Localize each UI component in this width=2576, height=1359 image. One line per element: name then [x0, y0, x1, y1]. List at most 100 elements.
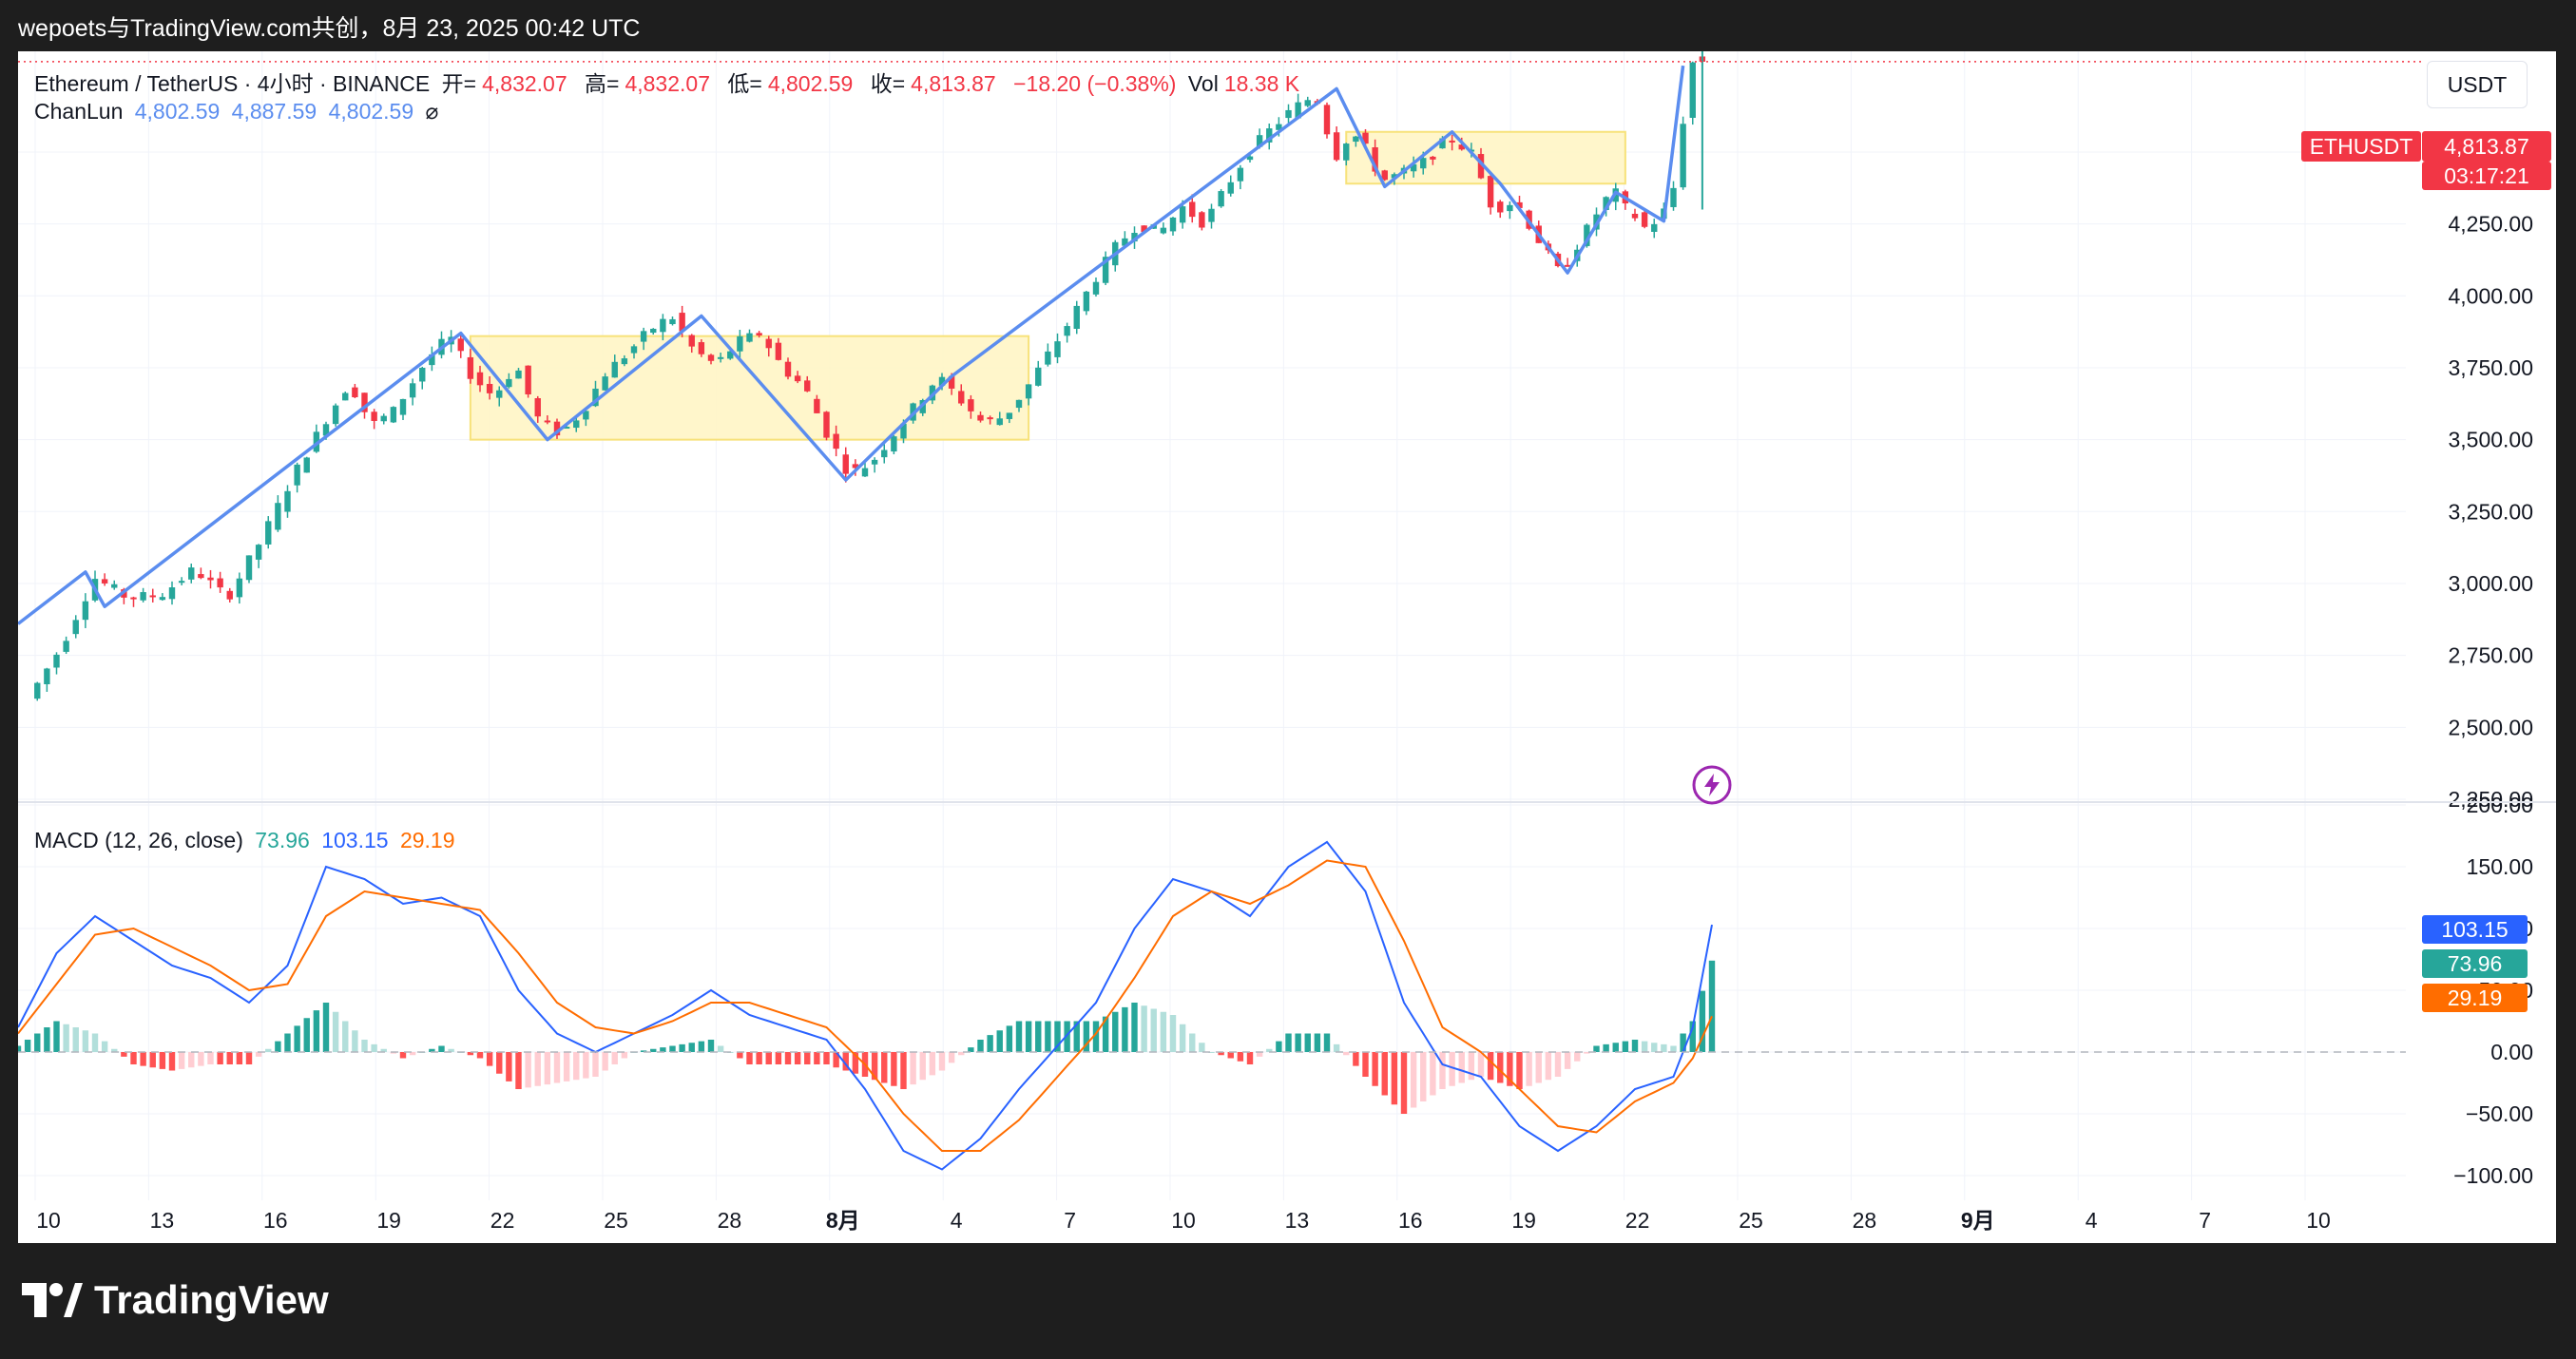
macd-hist-bar [226, 1052, 233, 1064]
candle [236, 572, 243, 604]
macd-hist-bar [322, 1003, 330, 1052]
candle [1487, 174, 1494, 215]
macd-hist-bar [352, 1030, 358, 1052]
indicator-legend[interactable]: ChanLun 4,802.59 4,887.59 4,802.59 ⌀ [34, 99, 444, 124]
brand-name: TradingView [94, 1277, 329, 1322]
price-tick-label: 3,250.00 [2448, 499, 2533, 524]
hide-indicator-icon[interactable]: ⌀ [426, 99, 439, 124]
candle [34, 681, 41, 701]
macd-hist-bar [476, 1052, 484, 1059]
currency-button[interactable]: USDT [2427, 61, 2528, 108]
candle [1497, 200, 1504, 219]
candle [1169, 217, 1177, 236]
indicator-name[interactable]: ChanLun [34, 99, 123, 124]
macd-legend[interactable]: MACD (12, 26, close) 73.96 103.15 29.19 [34, 828, 461, 853]
macd-hist-bar [717, 1045, 724, 1052]
candle [390, 406, 397, 424]
macd-hist-bar [53, 1021, 60, 1052]
macd-hist-bar [149, 1052, 156, 1068]
macd-hist-bar [101, 1041, 108, 1052]
candle [1323, 102, 1331, 139]
macd-hist-bar [91, 1033, 99, 1052]
x-tick-label: 10 [36, 1208, 61, 1233]
macd-hist-bar [891, 1052, 897, 1086]
chart-panel[interactable]: 10 13 16 19 22 25 28 8月 4 7 10 13 16 19 22 25 28 9月 4 7 10 2,… [18, 51, 2556, 1243]
lightning-icon[interactable] [1691, 764, 1733, 806]
symbol-price-tag: ETHUSDT [2301, 131, 2421, 162]
price-tick-label: 3,750.00 [2448, 355, 2533, 380]
macd-hist-bar [602, 1052, 608, 1071]
macd-hist-bar [784, 1052, 792, 1064]
candle [746, 329, 753, 343]
macd-hist-bar [1410, 1052, 1417, 1108]
macd-hist-bar [1651, 1043, 1658, 1052]
macd-hist-bar [1015, 1021, 1023, 1052]
macd-hist-bar [1574, 1052, 1581, 1062]
candle [188, 564, 195, 584]
macd-hist-bar [44, 1027, 50, 1052]
macd-hist-bar [1112, 1011, 1119, 1052]
candle [217, 571, 223, 593]
x-tick-label: 19 [376, 1208, 401, 1233]
macd-hist-bar [1458, 1052, 1465, 1083]
symbol-label[interactable]: Ethereum / TetherUS · 4小时 · BINANCE [34, 71, 430, 96]
macd-hist-bar [1420, 1052, 1427, 1101]
macd-hist-tag: 73.96 [2422, 949, 2528, 978]
macd-hist-bar [361, 1040, 368, 1052]
macd-hist-bar [159, 1052, 166, 1069]
candle [255, 544, 262, 568]
x-tick-label: 4 [951, 1208, 963, 1233]
candle [284, 485, 291, 518]
macd-hist-bar [1381, 1052, 1388, 1096]
candle [352, 383, 358, 398]
macd-hist-bar [688, 1043, 695, 1052]
macd-hist-bar [775, 1052, 782, 1064]
candle [168, 581, 176, 605]
x-tick-label: 7 [1064, 1208, 1076, 1233]
macd-hist-bar [1122, 1006, 1128, 1052]
macd-hist-bar [1333, 1043, 1340, 1052]
price-tick-label: 3,500.00 [2448, 428, 2533, 452]
macd-hist-bar [823, 1052, 830, 1064]
macd-hist-bar [1670, 1045, 1677, 1052]
macd-label[interactable]: MACD (12, 26, close) [34, 828, 243, 852]
macd-hist-bar [669, 1045, 676, 1052]
volume-value: Vol 18.38 K [1187, 71, 1300, 96]
chart-canvas[interactable]: 10 13 16 19 22 25 28 8月 4 7 10 13 16 19 22 25 28 9月 4 7 10 2,… [18, 51, 2556, 1243]
macd-hist-bar [1631, 1040, 1639, 1052]
candle [1237, 164, 1244, 190]
candle [1092, 277, 1100, 297]
candle [178, 577, 185, 585]
tradingview-brand[interactable]: TradingView [22, 1277, 329, 1322]
macd-hist-bar [63, 1024, 69, 1052]
macd-hist-bar [1545, 1052, 1552, 1081]
candle [159, 593, 166, 602]
macd-hist-bar [1025, 1021, 1032, 1052]
macd-hist-bar [1285, 1033, 1292, 1052]
macd-hist-bar [18, 1045, 22, 1052]
macd-hist-bar [34, 1033, 41, 1052]
macd-hist-bar [130, 1052, 137, 1064]
candle [1208, 203, 1215, 229]
candle [871, 457, 878, 473]
macd-hist-bar [621, 1052, 628, 1059]
indicator-value-3: 4,802.59 [328, 99, 414, 124]
candle [1333, 125, 1340, 162]
macd-hist-bar [342, 1021, 349, 1052]
candle [881, 444, 888, 464]
macd-hist-bar [1362, 1052, 1369, 1077]
candle [1304, 96, 1311, 107]
macd-hist-bar [332, 1011, 339, 1052]
macd-tick-label: 0.00 [2490, 1040, 2533, 1064]
macd-hist-bar [1554, 1052, 1562, 1077]
candle [1564, 258, 1571, 267]
candle [63, 636, 69, 655]
macd-hist-bar [1603, 1043, 1609, 1052]
macd-hist-bar [707, 1040, 715, 1052]
candle [149, 588, 156, 603]
macd-hist-bar [236, 1052, 243, 1064]
macd-hist-bar [1430, 1052, 1436, 1096]
bar-countdown-tag: 03:17:21 [2422, 162, 2551, 190]
macd-hist-bar [583, 1052, 589, 1079]
x-tick-label: 4 [2086, 1208, 2098, 1233]
